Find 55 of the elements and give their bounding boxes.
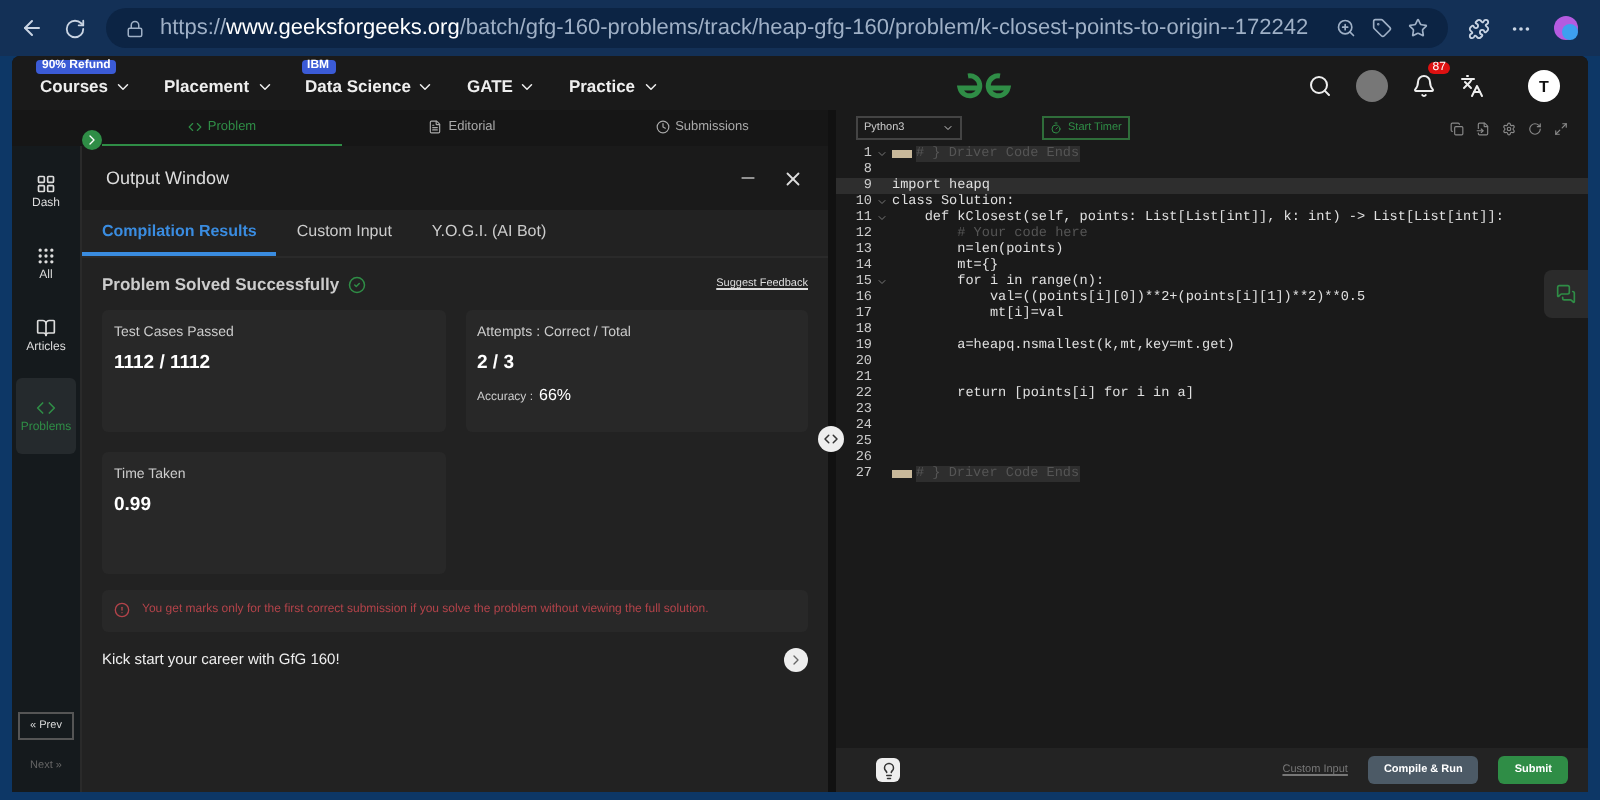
- document-icon: [428, 120, 443, 134]
- reset-icon[interactable]: [1528, 121, 1542, 135]
- avatar[interactable]: [1355, 70, 1388, 102]
- dots-grid-icon: [36, 246, 56, 266]
- clock-icon: [655, 120, 670, 134]
- chevron-right-icon: [788, 651, 804, 668]
- chevron-right-icon: [84, 132, 100, 148]
- accuracy-value: 66%: [539, 386, 572, 404]
- copy-icon[interactable]: [1450, 121, 1464, 135]
- zoom-icon[interactable]: [1336, 18, 1356, 38]
- output-tab[interactable]: Compilation Results: [82, 210, 277, 256]
- timer-icon: [1050, 122, 1062, 134]
- tag-icon[interactable]: [1372, 18, 1392, 38]
- search-icon[interactable]: [1307, 74, 1332, 98]
- hint-button[interactable]: [876, 758, 900, 782]
- star-icon[interactable]: [1408, 18, 1428, 38]
- lock-icon: [126, 19, 144, 37]
- card-value: 0.99: [114, 494, 153, 516]
- fold-marker: [892, 470, 912, 478]
- card-value: 1112 / 1112: [114, 352, 213, 374]
- output-tab[interactable]: Y.O.G.I. (AI Bot): [411, 210, 567, 256]
- file-icon[interactable]: [1476, 121, 1490, 135]
- logo-icon[interactable]: [953, 72, 1014, 100]
- nav-menu[interactable]: Placement: [164, 76, 274, 96]
- url-text: https://www.geeksforgeeks.org/batch/gfg-160-problems/track/heap-gfg-160/problem/k-closest-points-to-origin--172242: [160, 16, 1311, 40]
- resize-icon: [822, 430, 840, 448]
- chat-button[interactable]: [1544, 270, 1588, 318]
- code-icon: [36, 398, 56, 418]
- alert-icon: [114, 602, 130, 619]
- address-bar[interactable]: https://www.geeksforgeeks.org/batch/gfg-160-problems/track/heap-gfg-160/problem/k-closest-points-to-origin--172242: [106, 8, 1448, 48]
- card-value: 2 / 3: [477, 352, 516, 374]
- code-icon: [187, 120, 202, 134]
- chat-icon: [1556, 284, 1576, 304]
- fullscreen-icon[interactable]: [1554, 121, 1568, 135]
- window-title: Output Window: [106, 168, 230, 188]
- status-text: Problem Solved Successfully: [102, 274, 340, 294]
- book-icon: [36, 318, 56, 338]
- output-tab[interactable]: Custom Input: [276, 210, 412, 256]
- grid-icon: [36, 174, 56, 194]
- copilot-icon[interactable]: [1552, 14, 1580, 42]
- caret-icon: [942, 122, 954, 134]
- back-icon[interactable]: [20, 16, 44, 40]
- close-icon[interactable]: [782, 167, 804, 189]
- reload-icon[interactable]: [64, 17, 86, 39]
- nav-menu[interactable]: Practice: [568, 76, 660, 96]
- next-button[interactable]: [784, 647, 808, 672]
- settings-icon[interactable]: [1502, 121, 1516, 135]
- fold-marker: [892, 150, 912, 158]
- bell-icon[interactable]: [1411, 74, 1436, 98]
- check-circle-icon: [347, 275, 366, 293]
- lightbulb-icon: [879, 761, 897, 779]
- nav-menu[interactable]: GATE: [466, 76, 537, 96]
- translate-icon[interactable]: [1459, 74, 1484, 98]
- puzzle-icon[interactable]: [1468, 17, 1490, 39]
- user-avatar[interactable]: T: [1527, 70, 1560, 102]
